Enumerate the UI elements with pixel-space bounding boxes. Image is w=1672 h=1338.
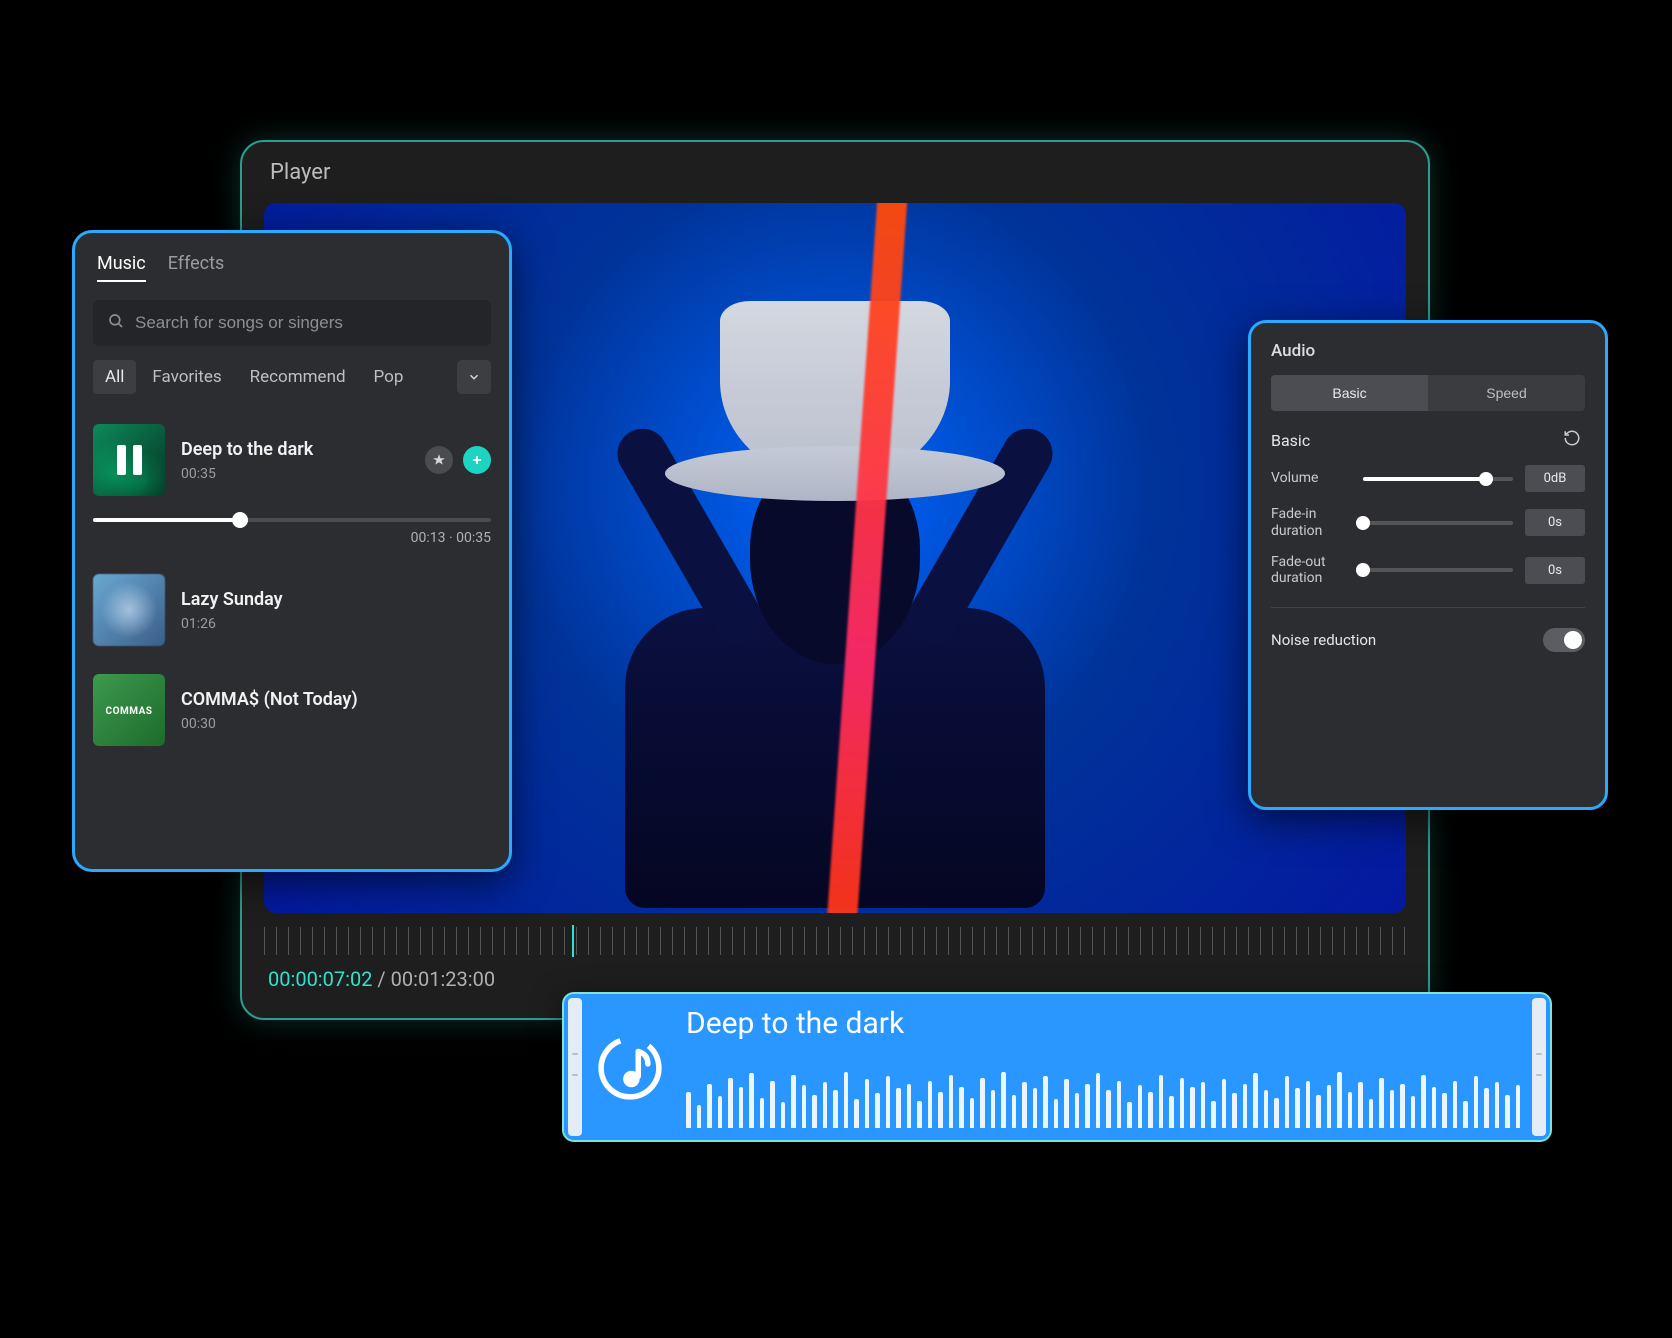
fadeout-value[interactable]: 0s xyxy=(1525,557,1585,584)
track-thumbnail[interactable] xyxy=(93,674,165,746)
noise-reduction-label: Noise reduction xyxy=(1271,629,1376,652)
noise-reduction-toggle[interactable] xyxy=(1543,628,1585,652)
track-actions xyxy=(425,446,491,474)
filter-all[interactable]: All xyxy=(93,360,136,394)
track-duration: 00:35 xyxy=(181,466,409,482)
pause-icon[interactable] xyxy=(93,424,165,496)
track-info: COMMA$ (Not Today) 00:30 xyxy=(181,689,475,732)
slider-knob[interactable] xyxy=(1356,563,1370,577)
track-list: Deep to the dark 00:35 00:13 · 00:35 xyxy=(75,410,509,760)
track-title: Deep to the dark xyxy=(181,439,409,460)
volume-value[interactable]: 0dB xyxy=(1525,465,1585,492)
noise-reduction-row: Noise reduction xyxy=(1271,628,1585,652)
track-thumbnail[interactable] xyxy=(93,424,165,496)
track-title: COMMA$ (Not Today) xyxy=(181,689,475,710)
fadeout-label: Fade-out duration xyxy=(1271,554,1351,588)
track-info: Deep to the dark 00:35 xyxy=(181,439,409,482)
timecode-current: 00:00:07:02 xyxy=(268,967,372,991)
favorite-button[interactable] xyxy=(425,446,453,474)
filter-more-button[interactable] xyxy=(457,360,491,394)
fadeout-row: Fade-out duration 0s xyxy=(1271,554,1585,588)
fadein-slider[interactable] xyxy=(1363,521,1513,525)
add-track-button[interactable] xyxy=(463,446,491,474)
track-thumbnail[interactable] xyxy=(93,574,165,646)
audio-panel: Audio Basic Speed Basic Volume 0dB Fade-… xyxy=(1248,320,1608,810)
tab-music[interactable]: Music xyxy=(97,253,146,282)
timecode-total: 00:01:23:00 xyxy=(391,967,495,991)
timeline-audio-clip[interactable]: Deep to the dark xyxy=(562,992,1552,1142)
fadein-value[interactable]: 0s xyxy=(1525,509,1585,536)
track-row[interactable]: Lazy Sunday 01:26 xyxy=(93,560,491,660)
track-info: Lazy Sunday 01:26 xyxy=(181,589,475,632)
progress-handle[interactable] xyxy=(232,512,248,528)
tab-effects[interactable]: Effects xyxy=(168,253,225,282)
clip-body[interactable]: Deep to the dark xyxy=(586,994,1528,1140)
audio-panel-title: Audio xyxy=(1271,341,1585,361)
player-window-title: Player xyxy=(242,142,1428,203)
basic-section-header: Basic xyxy=(1271,429,1585,451)
timeline-ruler[interactable] xyxy=(264,927,1406,955)
music-panel: Music Effects All Favorites Recommend Po… xyxy=(72,230,512,872)
basic-section-label: Basic xyxy=(1271,431,1310,450)
seg-speed[interactable]: Speed xyxy=(1428,375,1585,411)
filter-recommend[interactable]: Recommend xyxy=(238,360,358,394)
clip-handle-right[interactable] xyxy=(1532,998,1546,1136)
search-input[interactable] xyxy=(135,313,477,333)
music-note-icon xyxy=(590,1028,670,1108)
track-duration: 00:30 xyxy=(181,716,475,732)
track-title: Lazy Sunday xyxy=(181,589,475,610)
search-icon xyxy=(107,312,125,334)
fadein-row: Fade-in duration 0s xyxy=(1271,506,1585,540)
slider-knob[interactable] xyxy=(1479,472,1493,486)
filter-row: All Favorites Recommend Pop xyxy=(75,360,509,410)
clip-handle-left[interactable] xyxy=(568,998,582,1136)
filter-favorites[interactable]: Favorites xyxy=(140,360,233,394)
clip-title: Deep to the dark xyxy=(686,1006,904,1041)
track-row[interactable]: Deep to the dark 00:35 00:13 · 00:35 xyxy=(93,410,491,560)
fadeout-slider[interactable] xyxy=(1363,568,1513,572)
volume-row: Volume 0dB xyxy=(1271,465,1585,492)
volume-slider[interactable] xyxy=(1363,477,1513,481)
seg-basic[interactable]: Basic xyxy=(1271,375,1428,411)
video-frame-artwork xyxy=(575,224,1095,864)
fadein-label: Fade-in duration xyxy=(1271,506,1351,540)
track-duration: 01:26 xyxy=(181,616,475,632)
track-row[interactable]: COMMA$ (Not Today) 00:30 xyxy=(93,660,491,760)
music-panel-tabs: Music Effects xyxy=(75,233,509,294)
volume-label: Volume xyxy=(1271,470,1351,487)
timeline-playhead[interactable] xyxy=(572,925,574,957)
search-box[interactable] xyxy=(93,300,491,346)
track-progress[interactable]: 00:13 · 00:35 xyxy=(93,512,491,546)
audio-segment-control: Basic Speed xyxy=(1271,375,1585,411)
divider xyxy=(1271,607,1585,608)
slider-knob[interactable] xyxy=(1356,516,1370,530)
clip-waveform xyxy=(686,1052,1520,1128)
filter-pop[interactable]: Pop xyxy=(362,360,416,394)
reset-button[interactable] xyxy=(1563,429,1585,451)
track-progress-time: 00:13 · 00:35 xyxy=(93,530,491,546)
